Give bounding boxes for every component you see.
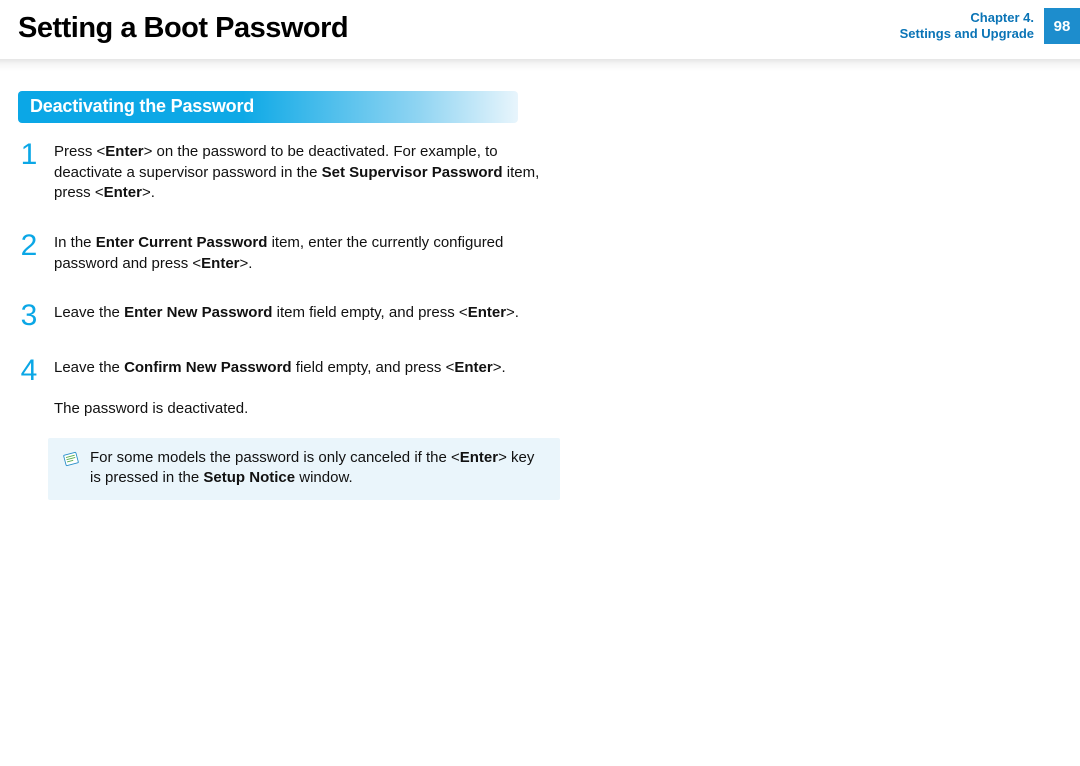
step-number: 3	[18, 302, 40, 329]
chapter-text: Chapter 4. Settings and Upgrade	[900, 10, 1034, 43]
note-icon	[62, 450, 80, 468]
header-divider	[0, 59, 1080, 71]
content-column: Deactivating the Password 1 Press <Enter…	[0, 71, 560, 500]
page-header: Setting a Boot Password Chapter 4. Setti…	[0, 0, 1080, 53]
section-heading: Deactivating the Password	[18, 91, 518, 123]
step-body: Leave the Confirm New Password field emp…	[54, 357, 506, 419]
page-title: Setting a Boot Password	[18, 8, 348, 45]
step-body: Press <Enter> on the password to be deac…	[54, 141, 542, 204]
step-number: 2	[18, 232, 40, 259]
step-text: In the Enter Current Password item, ente…	[54, 233, 542, 274]
chapter-line-2: Settings and Upgrade	[900, 26, 1034, 42]
step-1: 1 Press <Enter> on the password to be de…	[18, 141, 542, 204]
step-4: 4 Leave the Confirm New Password field e…	[18, 357, 542, 419]
step-text: Leave the Enter New Password item field …	[54, 303, 519, 324]
step-body: In the Enter Current Password item, ente…	[54, 232, 542, 274]
step-text: Leave the Confirm New Password field emp…	[54, 358, 506, 379]
step-extra-text: The password is deactivated.	[54, 399, 506, 420]
note-text: For some models the password is only can…	[90, 448, 546, 489]
step-2: 2 In the Enter Current Password item, en…	[18, 232, 542, 274]
chapter-block: Chapter 4. Settings and Upgrade 98	[900, 8, 1080, 44]
page-number-badge: 98	[1044, 8, 1080, 44]
step-number: 1	[18, 141, 40, 168]
step-body: Leave the Enter New Password item field …	[54, 302, 519, 324]
step-text: Press <Enter> on the password to be deac…	[54, 142, 542, 204]
note-box: For some models the password is only can…	[48, 438, 560, 501]
step-3: 3 Leave the Enter New Password item fiel…	[18, 302, 542, 329]
chapter-line-1: Chapter 4.	[900, 10, 1034, 26]
step-number: 4	[18, 357, 40, 384]
